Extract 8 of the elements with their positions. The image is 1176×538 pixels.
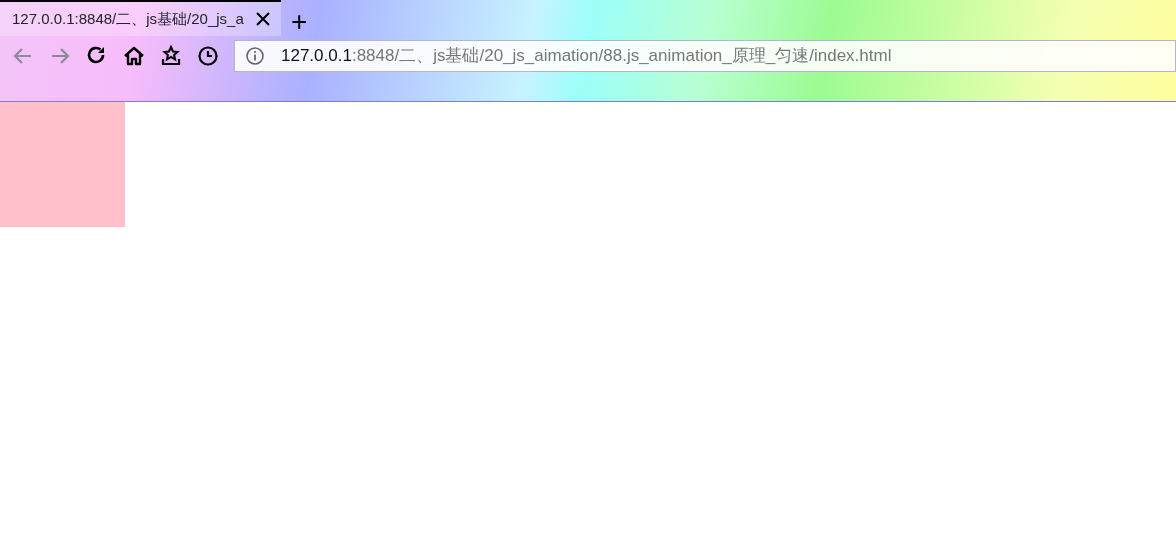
info-icon (245, 46, 265, 66)
address-bar[interactable]: 127.0.0.1:8848/二、js基础/20_js_aimation/88.js_animation_原理_匀速/index.html (234, 40, 1176, 72)
browser-tab[interactable]: 127.0.0.1:8848/二、js基础/20_js_a (0, 0, 281, 36)
clock-icon (195, 44, 220, 68)
close-icon (256, 12, 270, 26)
tab-title: 127.0.0.1:8848/二、js基础/20_js_a (12, 8, 245, 29)
url-text: 127.0.0.1:8848/二、js基础/20_js_aimation/88.js_animation_原理_匀速/index.html (281, 45, 892, 68)
new-tab-button[interactable]: + (281, 8, 318, 36)
